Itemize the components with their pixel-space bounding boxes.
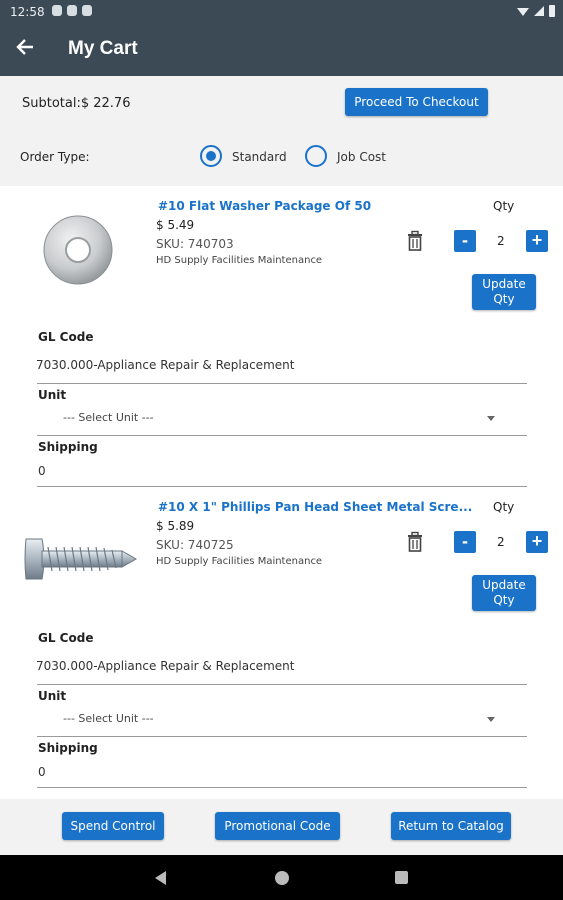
page-title: My Cart (68, 38, 138, 59)
nav-home-icon[interactable] (275, 871, 289, 885)
unit-select[interactable]: --- Select Unit --- (37, 709, 527, 731)
update-qty-button[interactable]: Update Qty (472, 575, 536, 611)
divider (37, 435, 527, 436)
wifi-icon (517, 8, 529, 16)
nav-recents-icon[interactable] (395, 871, 408, 884)
radio-standard[interactable] (200, 145, 222, 167)
qty-label: Qty (493, 500, 515, 514)
qty-value[interactable]: 2 (497, 234, 505, 248)
qty-decrement-button[interactable]: - (454, 230, 476, 252)
item-sku: SKU: 740703 (156, 237, 234, 251)
item-vendor: HD Supply Facilities Maintenance (156, 556, 323, 567)
radio-job-cost[interactable] (305, 145, 327, 167)
divider (37, 486, 527, 487)
unit-select-placeholder: --- Select Unit --- (63, 712, 154, 725)
notification-icon (82, 5, 92, 16)
notification-icons (52, 5, 92, 16)
status-bar: 12:58 (0, 0, 563, 24)
update-qty-button[interactable]: Update Qty (472, 274, 536, 310)
trash-icon[interactable] (405, 531, 425, 553)
screw-image (22, 529, 138, 589)
proceed-to-checkout-button[interactable]: Proceed To Checkout (345, 88, 488, 116)
shipping-field[interactable]: 0 (38, 464, 46, 478)
trash-icon[interactable] (405, 230, 425, 252)
radio-job-cost-label[interactable]: Job Cost (337, 150, 386, 164)
notification-icon (52, 5, 62, 16)
gl-code-label: GL Code (38, 631, 94, 645)
qty-decrement-button[interactable]: - (454, 531, 476, 553)
gl-code-field[interactable]: 7030.000-Appliance Repair & Replacement (36, 358, 294, 372)
unit-select-placeholder: --- Select Unit --- (63, 411, 154, 424)
unit-label: Unit (38, 689, 67, 703)
divider (37, 787, 527, 788)
gl-code-label: GL Code (38, 330, 94, 344)
item-sku: SKU: 740725 (156, 538, 234, 552)
spend-control-button[interactable]: Spend Control (62, 812, 164, 840)
qty-value[interactable]: 2 (497, 535, 505, 549)
unit-select[interactable]: --- Select Unit --- (37, 408, 527, 430)
item-vendor: HD Supply Facilities Maintenance (156, 255, 323, 266)
shipping-label: Shipping (38, 440, 98, 454)
item-name-link[interactable]: #10 X 1" Phillips Pan Head Sheet Metal S… (158, 500, 472, 514)
divider (37, 383, 527, 384)
unit-label: Unit (38, 388, 67, 402)
shipping-field[interactable]: 0 (38, 765, 46, 779)
nav-back-icon[interactable] (155, 871, 166, 885)
system-icons (517, 5, 555, 17)
notification-icon (67, 5, 77, 16)
app-bar: My Cart (0, 24, 563, 76)
item-name-link[interactable]: #10 Flat Washer Package Of 50 (158, 199, 371, 213)
return-to-catalog-button[interactable]: Return to Catalog (391, 812, 511, 840)
divider (37, 736, 527, 737)
item-price: $ 5.49 (156, 218, 195, 232)
order-type-label: Order Type: (20, 150, 90, 164)
subtotal: Subtotal:$ 22.76 (22, 96, 131, 111)
dropdown-caret-icon (487, 416, 495, 421)
item-price: $ 5.89 (156, 519, 195, 533)
footer-actions: Spend Control Promotional Code Return to… (0, 799, 563, 855)
radio-standard-label[interactable]: Standard (232, 150, 287, 164)
qty-label: Qty (493, 199, 515, 213)
dropdown-caret-icon (487, 717, 495, 722)
washer-image (40, 212, 116, 288)
signal-icon (534, 6, 544, 16)
back-arrow-icon[interactable] (14, 36, 40, 62)
divider (37, 684, 527, 685)
battery-icon (549, 5, 555, 17)
status-time: 12:58 (10, 5, 45, 19)
qty-increment-button[interactable]: + (526, 230, 548, 252)
gl-code-field[interactable]: 7030.000-Appliance Repair & Replacement (36, 659, 294, 673)
system-nav-bar (0, 855, 563, 900)
cart-summary: Subtotal:$ 22.76 Proceed To Checkout Ord… (0, 76, 563, 186)
promotional-code-button[interactable]: Promotional Code (215, 812, 340, 840)
shipping-label: Shipping (38, 741, 98, 755)
qty-increment-button[interactable]: + (526, 531, 548, 553)
